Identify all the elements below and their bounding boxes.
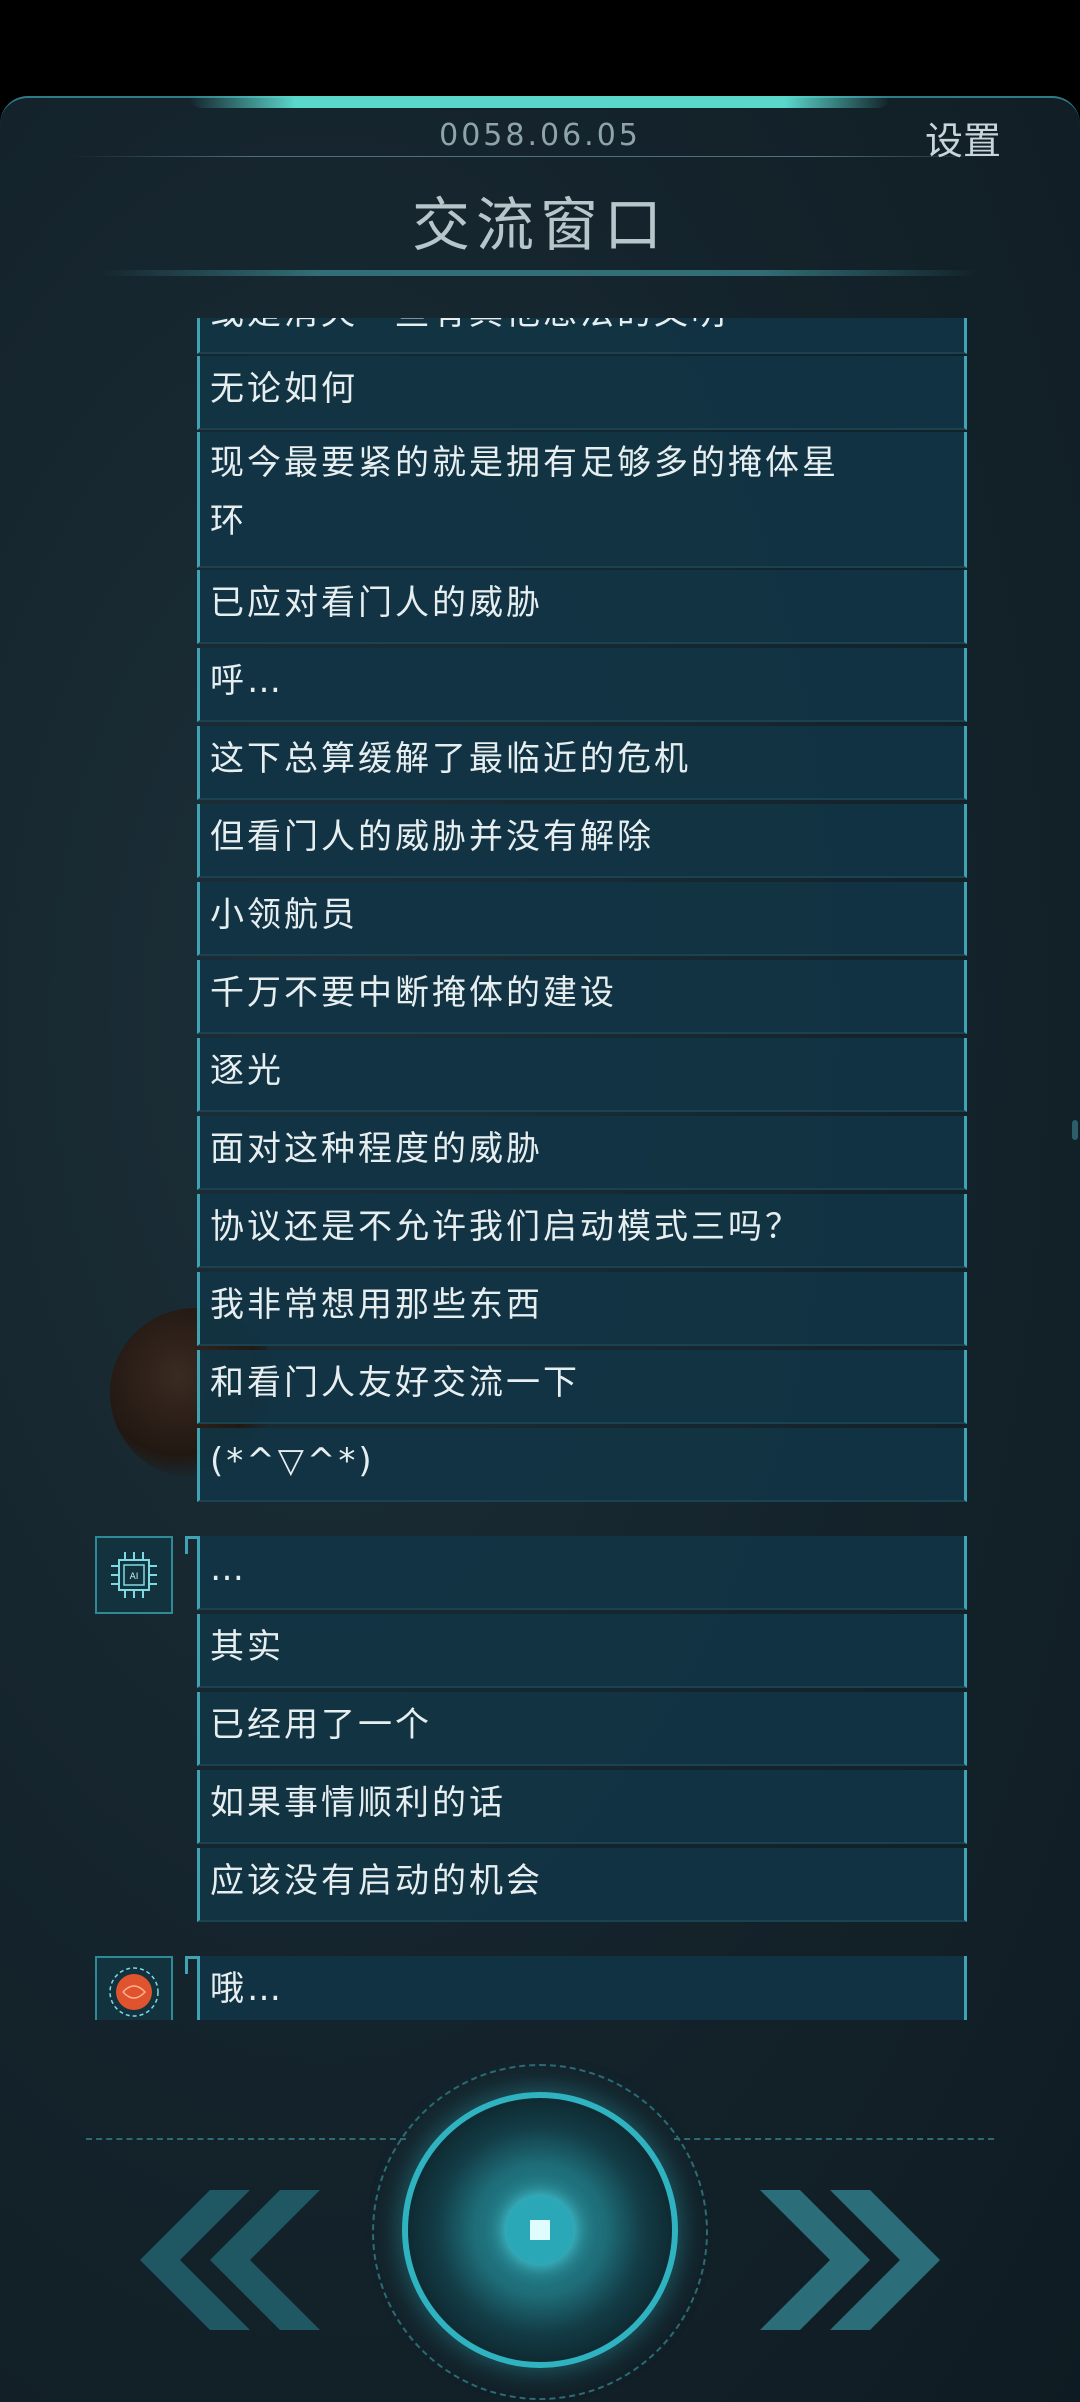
bubble-tail (185, 1536, 197, 1554)
svg-text:AI: AI (130, 1572, 139, 1582)
left-dash-line (86, 2138, 406, 2140)
chat-message: 如果事情顺利的话 (197, 1770, 967, 1844)
chat-message: … (197, 1536, 967, 1610)
panel-top-glow (190, 96, 890, 108)
chat-message: 和看门人友好交流一下 (197, 1350, 967, 1424)
chat-message: 这下总算缓解了最临近的危机 (197, 726, 967, 800)
chat-message: 呼… (197, 648, 967, 722)
double-chevron-right-icon (760, 2190, 940, 2330)
forward-button[interactable] (760, 2180, 980, 2340)
chat-message: 协议还是不允许我们启动模式三吗？ (197, 1194, 967, 1268)
header-divider (70, 156, 1000, 157)
chat-message: 已经用了一个 (197, 1692, 967, 1766)
chat-message: 面对这种程度的威胁 (197, 1116, 967, 1190)
center-action-icon (506, 2196, 574, 2264)
chat-message: 我非常想用那些东西 (197, 1272, 967, 1346)
double-chevron-left-icon (140, 2190, 320, 2330)
playback-controls (0, 2060, 1080, 2400)
settings-button[interactable]: 设置 (925, 110, 1001, 165)
chat-message: 哦… (197, 1956, 967, 2020)
chat-message: 其实 (197, 1614, 967, 1688)
game-date: 0058.06.05 (439, 118, 641, 153)
chat-message: 已应对看门人的威胁 (197, 570, 967, 644)
pilot-avatar (95, 1956, 173, 2020)
bubble-tail (185, 1956, 197, 1974)
back-button[interactable] (100, 2180, 320, 2340)
chat-message: 或是消灭一些有其他想法的文明 (197, 318, 967, 354)
center-action-button[interactable] (402, 2092, 678, 2368)
page-title: 交流窗口 (411, 191, 668, 259)
scrollbar[interactable] (1072, 1120, 1078, 1140)
chat-message: 千万不要中断掩体的建设 (197, 960, 967, 1034)
chat-message: 无论如何 (197, 356, 967, 430)
chat-message: 小领航员 (197, 882, 967, 956)
chat-message: 但看门人的威胁并没有解除 (197, 804, 967, 878)
title-underline (100, 270, 980, 276)
chat-message: (*^▽^*) (197, 1428, 967, 1502)
ai-chip-icon: AI (111, 1552, 157, 1598)
chat-message: 应该没有启动的机会 (197, 1848, 967, 1922)
right-dash-line (674, 2138, 994, 2140)
ai-chip-avatar: AI (95, 1536, 173, 1614)
chat-message: 逐光 (197, 1038, 967, 1112)
chat-message: 现今最要紧的就是拥有足够多的掩体星 环 (197, 432, 967, 568)
brain-icon (109, 1967, 159, 2017)
chat-log[interactable]: 或是消灭一些有其他想法的文明 无论如何 现今最要紧的就是拥有足够多的掩体星 环 … (0, 318, 1080, 2020)
